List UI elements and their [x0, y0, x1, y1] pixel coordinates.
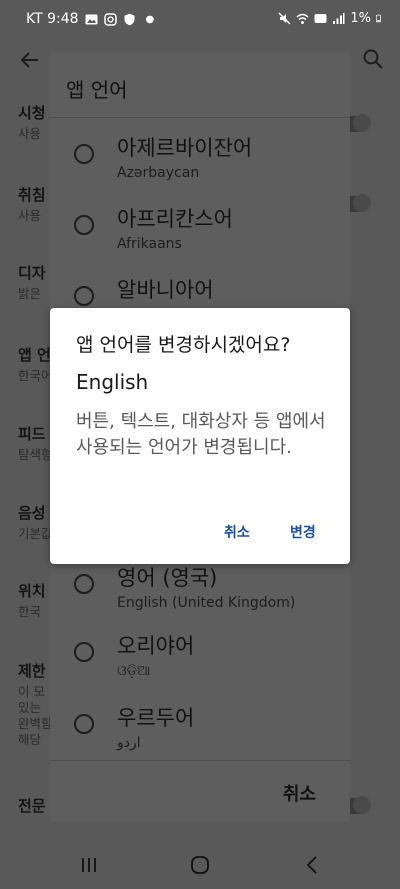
dialog-cancel-button[interactable]: 취소 — [224, 522, 250, 542]
language-sub-name: ଓଡ଼ିଆ — [117, 663, 151, 679]
language-native-name: 아프리칸스어 — [117, 207, 233, 231]
dialog-message: 버튼, 텍스트, 대화상자 등 앱에서 사용되는 언어가 변경됩니다. — [76, 411, 326, 458]
status-bar: KT 9:48 ● 1% — [0, 0, 400, 40]
radio-button[interactable] — [74, 642, 94, 662]
status-left: KT 9:48 ● — [26, 11, 154, 27]
language-native-name: 아제르바이잔어 — [117, 136, 253, 160]
navigation-bar — [0, 840, 400, 889]
language-sub-name: English (United Kingdom) — [117, 595, 296, 611]
gallery-icon — [85, 14, 98, 24]
sheet-title: 앱 언어 — [66, 78, 128, 102]
radio-button[interactable] — [74, 714, 94, 734]
notification-dot-icon: ● — [145, 13, 155, 25]
mute-icon — [278, 12, 291, 25]
battery-text: 1% — [350, 11, 371, 26]
language-row[interactable]: 아제르바이잔어 Azərbaycan — [50, 122, 350, 192]
wifi-icon — [296, 13, 309, 24]
language-row[interactable]: 아프리칸스어 Afrikaans — [50, 193, 350, 263]
shield-icon — [124, 13, 135, 25]
language-native-name: 알바니아어 — [117, 278, 214, 302]
battery-icon — [376, 14, 381, 23]
language-native-name: 영어 (영국) — [117, 566, 218, 590]
language-sub-name: Azərbaycan — [117, 165, 200, 181]
radio-button[interactable] — [74, 286, 94, 306]
search-icon[interactable] — [362, 48, 384, 70]
dialog-change-button[interactable]: 변경 — [290, 522, 316, 542]
home-icon[interactable] — [187, 852, 213, 878]
sheet-cancel-button[interactable]: 취소 — [283, 780, 316, 806]
sheet-divider-bottom — [50, 760, 350, 761]
dialog-title: 앱 언어를 변경하시겠어요? — [76, 334, 291, 356]
status-right: 1% — [278, 11, 384, 26]
language-sub-name: اردو — [117, 735, 141, 751]
radio-button[interactable] — [74, 215, 94, 235]
back-arrow-icon[interactable] — [18, 48, 42, 72]
language-sub-name: Afrikaans — [117, 236, 182, 252]
language-row[interactable]: 오리야어 ଓଡ଼ିଆ — [50, 620, 350, 690]
language-native-name: 우르두어 — [117, 706, 195, 730]
radio-button[interactable] — [74, 144, 94, 164]
dialog-language: English — [76, 370, 149, 394]
back-icon[interactable] — [300, 852, 326, 878]
language-row[interactable]: 우르두어 اردو — [50, 692, 350, 762]
hd-icon — [314, 14, 327, 23]
sheet-divider-top — [50, 117, 350, 118]
radio-button[interactable] — [74, 574, 94, 594]
signal-icon — [333, 13, 345, 24]
language-native-name: 오리야어 — [117, 634, 195, 658]
recent-apps-icon[interactable] — [76, 852, 102, 878]
instagram-icon — [103, 12, 117, 26]
carrier-time: KT 9:48 — [26, 11, 79, 27]
change-language-dialog: 앱 언어를 변경하시겠어요? English 버튼, 텍스트, 대화상자 등 앱… — [50, 308, 350, 564]
